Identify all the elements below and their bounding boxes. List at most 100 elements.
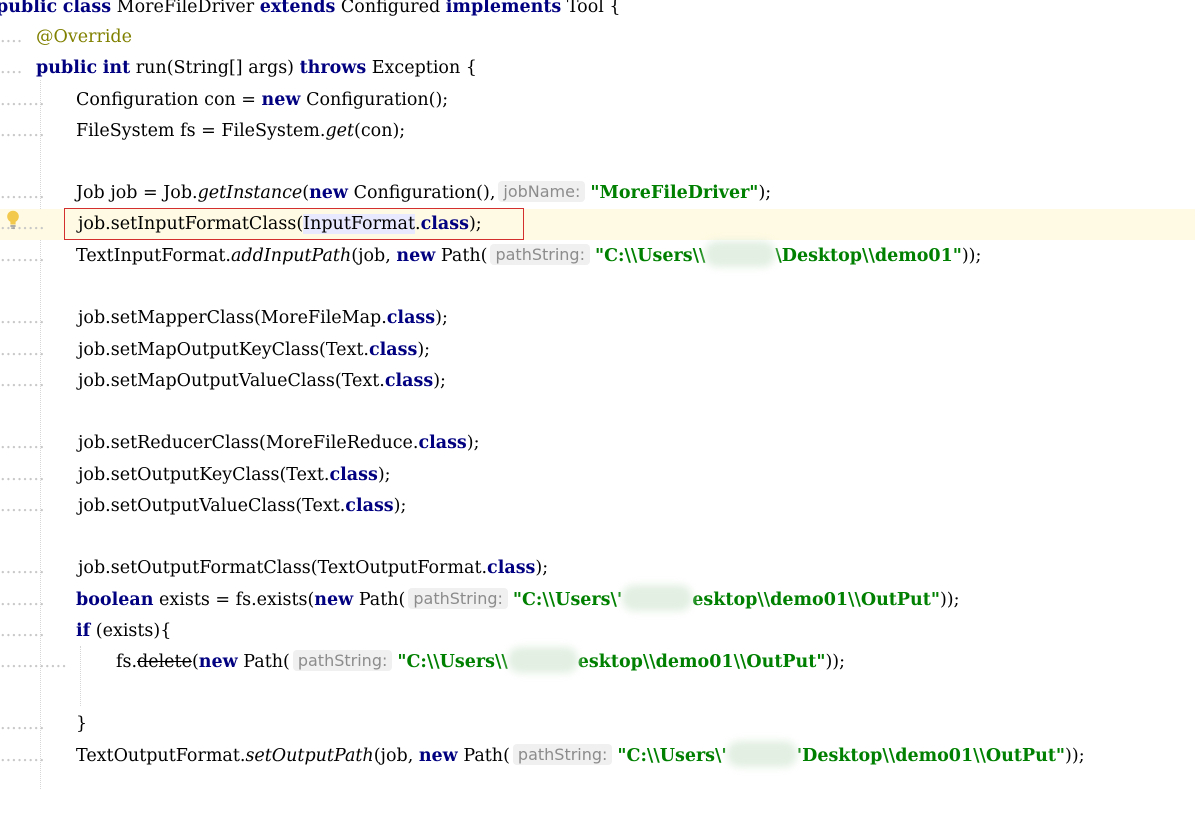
indent-dots: ........ (0, 183, 45, 203)
keyword: if (76, 621, 91, 641)
code-text: Path( (358, 590, 406, 610)
string-literal: "C:\\Users\\ (594, 246, 706, 266)
indent-dots: ........ (0, 621, 45, 641)
code-text: ); (466, 433, 480, 453)
code-line[interactable]: ........ Configuration con = new Configu… (0, 85, 1195, 116)
highlight-box (64, 208, 524, 240)
code-text: )); (961, 246, 982, 266)
keyword: class (386, 308, 436, 328)
code-text: exists = fs.exists( (159, 590, 315, 610)
code-line[interactable]: ........ job.setMapOutputKeyClass(Text.c… (0, 335, 1195, 366)
code-line[interactable]: ........ Job job = Job.getInstance(new C… (0, 178, 1195, 209)
code-line[interactable]: ........ } (0, 709, 1195, 740)
indent-dots: ........ (0, 433, 45, 453)
code-text: job.setOutputFormatClass(TextOutputForma… (78, 558, 488, 578)
string-literal: \Desktop\\demo01" (775, 246, 962, 266)
string-literal: "MoreFileDriver" (590, 183, 759, 203)
code-line[interactable]: ........ job.setOutputFormatClass(TextOu… (0, 553, 1195, 584)
string-literal: "C:\\Users\' (512, 590, 623, 610)
code-line[interactable]: ........ job.setMapOutputValueClass(Text… (0, 366, 1195, 397)
code-text: ); (417, 340, 431, 360)
code-text: Configuration(); (306, 90, 449, 110)
method-signature: run(String[] args) (135, 58, 294, 78)
string-literal: esktop\\demo01\\OutPut" (577, 652, 826, 672)
exception-type: Exception { (371, 58, 477, 78)
brace: { (609, 0, 621, 17)
code-text: Path( (440, 246, 488, 266)
code-text: Configuration(), (353, 183, 496, 203)
keyword: class (345, 496, 394, 516)
code-text: fs. (116, 652, 138, 672)
redacted-blur (622, 585, 693, 611)
keyword: implements (445, 0, 562, 17)
code-text: TextInputFormat. (76, 246, 231, 266)
code-line[interactable]: ........ if (exists){ (0, 616, 1195, 647)
code-line-class-decl[interactable]: public class MoreFileDriver extends Conf… (0, 0, 1195, 23)
parameter-hint: pathString: (292, 650, 393, 671)
parameter-hint: pathString: (408, 588, 508, 609)
code-line-method-signature[interactable]: .... public int run(String[] args) throw… (0, 53, 1195, 84)
code-text: Path( (463, 746, 510, 766)
code-text: FileSystem fs = FileSystem. (76, 121, 326, 141)
code-text: )); (1065, 746, 1085, 766)
method-call: get (325, 121, 355, 141)
code-line[interactable]: ........ TextInputFormat.addInputPath(jo… (0, 241, 1195, 272)
code-line-annotation[interactable]: .... @Override (0, 22, 1195, 53)
indent-dots: ........ (0, 308, 45, 328)
code-line[interactable]: ........ TextOutputFormat.setOutputPath(… (0, 741, 1195, 772)
code-text: ); (535, 558, 549, 578)
code-text: job.setMapOutputKeyClass(Text. (78, 340, 369, 360)
keyword: public (36, 58, 98, 78)
method-call: setOutputPath (245, 746, 374, 766)
parameter-hint: pathString: (512, 744, 613, 765)
keyword: new (198, 652, 238, 672)
code-line[interactable]: ........ boolean exists = fs.exists(new … (0, 585, 1195, 616)
code-line[interactable]: ........ FileSystem fs = FileSystem.get(… (0, 116, 1195, 147)
code-text: Path( (243, 652, 290, 672)
lightbulb-icon[interactable] (6, 210, 20, 230)
code-text: job.setOutputValueClass(Text. (78, 496, 346, 516)
code-text: (job, (351, 246, 397, 266)
code-text: TextOutputFormat. (76, 746, 246, 766)
code-text: ); (758, 183, 772, 203)
code-line[interactable]: ........ job.setReducerClass(MoreFileRed… (0, 428, 1195, 459)
keyword: new (418, 746, 458, 766)
keyword: public (0, 0, 58, 17)
redacted-blur (507, 647, 578, 673)
parameter-hint: jobName: (498, 181, 586, 202)
indent-dots: ............ (0, 652, 67, 672)
indent-dots: ........ (0, 246, 45, 266)
method-call: addInputPath (230, 246, 352, 266)
code-line[interactable]: ........ job.setOutputValueClass(Text.cl… (0, 491, 1195, 522)
annotation: @Override (36, 27, 132, 47)
code-text: job.setOutputKeyClass(Text. (78, 465, 330, 485)
code-text: job.setMapperClass(MoreFileMap. (78, 308, 387, 328)
keyword: class (62, 0, 112, 17)
indent-dots: ........ (0, 465, 45, 485)
class-name: MoreFileDriver (116, 0, 255, 17)
keyword: boolean (76, 590, 154, 610)
code-line[interactable]: ............ fs.delete(new Path(pathStri… (0, 647, 1195, 678)
code-line[interactable]: ........ job.setMapperClass(MoreFileMap.… (0, 303, 1195, 334)
string-literal: "C:\\Users\\ (397, 652, 508, 672)
code-text: job.setMapOutputValueClass(Text. (78, 371, 385, 391)
code-text: ( (191, 652, 199, 672)
keyword: new (261, 90, 301, 110)
indent-dots: .... (0, 58, 23, 78)
code-text: (job, (373, 746, 419, 766)
code-text: Job job = Job. (76, 183, 198, 203)
indent-dots: ........ (0, 371, 45, 391)
code-text: )); (825, 652, 846, 672)
indent-dots: ........ (0, 90, 45, 110)
base-class: Configured (340, 0, 441, 17)
keyword: class (329, 465, 378, 485)
indent-dots: .... (0, 27, 23, 47)
code-text: (exists){ (95, 621, 172, 641)
redacted-blur (705, 241, 776, 267)
keyword: int (102, 58, 131, 78)
code-line[interactable]: ........ job.setOutputKeyClass(Text.clas… (0, 460, 1195, 491)
closing-brace: } (76, 714, 88, 734)
indent-dots: ........ (0, 558, 45, 578)
indent-dots: ........ (0, 121, 45, 141)
keyword: throws (299, 58, 367, 78)
